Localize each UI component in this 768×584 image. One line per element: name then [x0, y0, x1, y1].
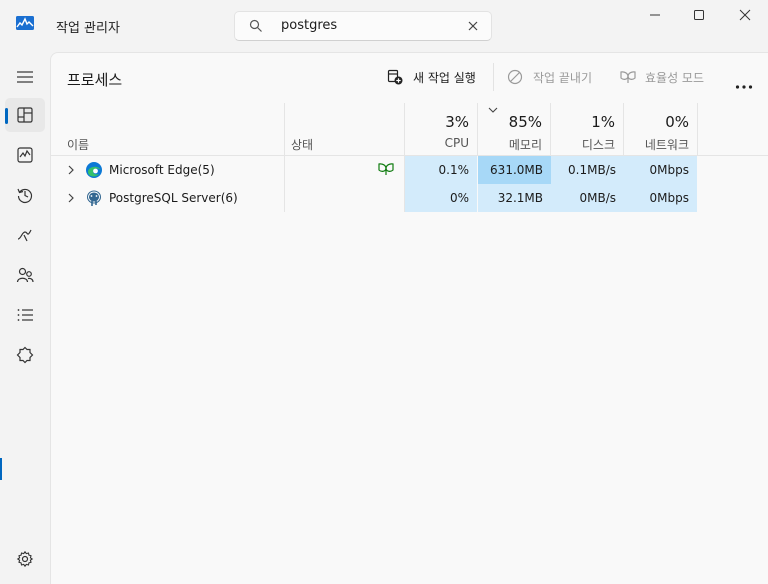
nav-menu-button[interactable] [5, 60, 45, 94]
nav-startup-apps[interactable] [5, 218, 45, 252]
efficiency-mode-label: 효율성 모드 [645, 71, 705, 85]
end-task-label: 작업 끝내기 [533, 71, 593, 85]
active-indicator [5, 108, 8, 124]
process-name: Microsoft Edge(5) [109, 163, 215, 177]
toolbar-separator [493, 63, 494, 91]
nav-processes[interactable] [5, 98, 45, 132]
minimize-button[interactable] [632, 0, 678, 32]
cpu-total-percent: 3% [445, 113, 469, 131]
close-icon [739, 9, 751, 21]
end-task-icon [507, 69, 523, 85]
more-options-button[interactable] [735, 75, 753, 94]
startup-icon [17, 229, 32, 242]
search-input[interactable]: postgres [281, 18, 337, 33]
app-title: 작업 관리자 [56, 21, 120, 36]
close-button[interactable] [722, 0, 768, 32]
expand-chevron-icon[interactable] [67, 165, 75, 175]
nav-services[interactable] [5, 338, 45, 372]
gear-icon [16, 550, 34, 568]
expand-chevron-icon[interactable] [67, 193, 75, 203]
users-icon [16, 267, 34, 283]
processes-icon [17, 107, 33, 123]
memory-total-percent: 85% [508, 113, 542, 131]
maximize-icon [694, 10, 704, 20]
hamburger-icon [17, 71, 33, 83]
navigation-rail [0, 52, 50, 584]
nav-settings[interactable] [5, 542, 45, 576]
minimize-icon [650, 14, 660, 16]
network-total-percent: 0% [665, 113, 689, 131]
nav-details[interactable] [5, 298, 45, 332]
process-name: PostgreSQL Server(6) [109, 191, 238, 205]
efficiency-mode-leaf-icon [378, 163, 394, 175]
efficiency-mode-button[interactable]: 효율성 모드 [619, 67, 719, 89]
memory-header-label: 메모리 [508, 138, 542, 152]
column-header-memory[interactable]: 85% 메모리 [478, 103, 550, 155]
table-row[interactable]: Microsoft Edge(5) [51, 156, 768, 184]
nav-app-history[interactable] [5, 178, 45, 212]
run-new-task-button[interactable]: 새 작업 실행 [387, 67, 483, 89]
sort-descending-icon [488, 107, 498, 113]
disk-total-percent: 1% [591, 113, 615, 131]
page-title: 프로세스 [67, 71, 123, 89]
nav-users[interactable] [5, 258, 45, 292]
column-divider [697, 103, 698, 155]
performance-icon [17, 147, 33, 163]
postgresql-icon [87, 190, 101, 206]
services-icon [16, 346, 34, 364]
window-edge-accent [0, 458, 2, 480]
task-manager-icon [16, 16, 34, 30]
title-bar: 작업 관리자 postgres [0, 0, 768, 52]
run-new-task-label: 새 작업 실행 [413, 71, 476, 85]
column-header-cpu[interactable]: 3% CPU [405, 103, 477, 155]
more-icon [735, 85, 753, 89]
edge-icon [86, 162, 102, 178]
search-icon [249, 19, 262, 32]
clear-search-icon[interactable] [467, 20, 479, 32]
column-header-disk[interactable]: 1% 디스크 [551, 103, 623, 155]
disk-header-label: 디스크 [581, 138, 615, 152]
cpu-header-label: CPU [444, 136, 469, 150]
column-header-name[interactable]: 이름 [67, 136, 89, 153]
maximize-button[interactable] [676, 0, 722, 32]
details-icon [17, 309, 33, 321]
end-task-button[interactable]: 작업 끝내기 [507, 67, 599, 89]
nav-performance[interactable] [5, 138, 45, 172]
efficiency-leaf-icon [620, 71, 636, 83]
new-task-icon [387, 69, 403, 85]
column-header-status[interactable]: 상태 [291, 136, 313, 153]
search-box[interactable]: postgres [234, 11, 492, 41]
history-icon [17, 188, 33, 204]
processes-page: 프로세스 새 작업 실행 작업 끝내기 효율성 모드 0.1% 631.0MB … [50, 52, 768, 584]
table-row[interactable]: PostgreSQL Server(6) [51, 184, 768, 212]
column-header-network[interactable]: 0% 네트워크 [624, 103, 697, 155]
network-header-label: 네트워크 [644, 138, 689, 152]
